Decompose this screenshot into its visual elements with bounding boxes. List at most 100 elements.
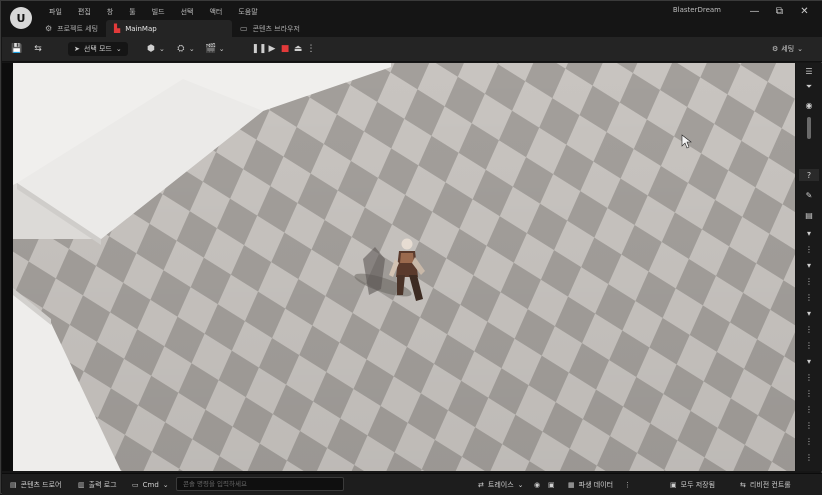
unreal-logo-icon[interactable]: U bbox=[10, 7, 32, 29]
select-mode-label: 선택 모드 bbox=[83, 45, 112, 53]
revision-icon: ⇆ bbox=[740, 480, 746, 489]
camera-icon[interactable]: ▣ bbox=[548, 478, 555, 491]
chevron-down-icon[interactable]: ⌄ bbox=[189, 45, 195, 53]
tab-mainmap[interactable]: ▙ MainMap bbox=[106, 20, 233, 37]
more-options-icon[interactable]: ⋮ bbox=[799, 291, 819, 303]
settings-button[interactable]: 세팅 bbox=[781, 44, 794, 54]
menu-icon[interactable]: ☰ bbox=[799, 65, 819, 77]
chevron-down-icon[interactable]: ⌄ bbox=[159, 45, 165, 53]
trace-button[interactable]: ⇄ 트레이스 ⌄ bbox=[478, 478, 524, 491]
filter-icon[interactable]: ⏷ bbox=[799, 81, 819, 93]
menu-edit[interactable]: 편집 bbox=[70, 5, 99, 19]
level-icon: ▙ bbox=[114, 24, 121, 33]
right-side-panel: ☰ ⏷ ◉ ? ✎ ▤ ▾ ⋮ ▾ ⋮ ⋮ ▾ ⋮ ⋮ ▾ ⋮ ⋮ ⋮ ⋮ ⋮ … bbox=[796, 63, 822, 471]
tab-project-settings[interactable]: ⚙ 프로젝트 세팅 bbox=[37, 20, 106, 37]
more-options-icon[interactable]: ⋮ bbox=[799, 419, 819, 431]
content-drawer-label: 콘텐츠 드로어 bbox=[20, 480, 62, 489]
scrollbar[interactable] bbox=[799, 117, 819, 139]
source-control-icon[interactable]: ⇆ bbox=[33, 44, 43, 54]
select-mode-button[interactable]: ➤ 선택 모드 ⌄ bbox=[68, 42, 128, 56]
more-options-icon[interactable]: ⋮ bbox=[799, 403, 819, 415]
menu-window[interactable]: 창 bbox=[99, 5, 121, 19]
more-options-icon[interactable]: ⋮ bbox=[799, 339, 819, 351]
chevron-down-icon: ⌄ bbox=[162, 480, 169, 489]
save-all-button[interactable]: ▣ 모두 저장됨 bbox=[670, 478, 715, 491]
minimize-button[interactable]: — bbox=[742, 3, 767, 19]
details-icon[interactable]: ▤ bbox=[799, 209, 819, 221]
chevron-down-icon[interactable]: ▾ bbox=[799, 355, 819, 367]
tab-label: MainMap bbox=[125, 24, 157, 33]
more-options-icon[interactable]: ⋮ bbox=[799, 435, 819, 447]
chevron-down-icon[interactable]: ⌄ bbox=[219, 45, 225, 53]
output-log-button[interactable]: ▥ 출력 로그 bbox=[78, 478, 117, 491]
menu-actor[interactable]: 액터 bbox=[201, 5, 230, 19]
restore-button[interactable]: ⧉ bbox=[767, 3, 792, 19]
left-edge-panel bbox=[2, 63, 13, 471]
trace-icon: ⇄ bbox=[478, 480, 484, 489]
database-icon: ▦ bbox=[568, 480, 575, 489]
chevron-down-icon: ⌄ bbox=[517, 480, 524, 489]
project-name: BlasterDream bbox=[672, 6, 721, 14]
console-icon: ▭ bbox=[132, 480, 139, 489]
blueprint-icon[interactable]: ⛭ bbox=[176, 44, 186, 54]
revision-control-button[interactable]: ⇆ 리비전 컨트롤 bbox=[740, 478, 791, 491]
console-command-input[interactable]: 콘솔 명령을 입력하세요 bbox=[176, 477, 344, 491]
gear-icon: ⚙ bbox=[45, 24, 53, 33]
status-bar: ▤ 콘텐츠 드로어 ▥ 출력 로그 ▭ Cmd ⌄ 콘솔 명령을 입력하세요 ⇄… bbox=[2, 473, 822, 495]
chevron-down-icon: ⌄ bbox=[115, 45, 122, 53]
menu-bar: 파일 편집 창 툴 빌드 선택 액터 도움말 bbox=[41, 5, 266, 19]
menu-build[interactable]: 빌드 bbox=[144, 5, 173, 19]
eye-icon[interactable]: ◉ bbox=[799, 99, 819, 111]
viewport-scene bbox=[13, 63, 795, 471]
drawer-icon: ▤ bbox=[10, 480, 17, 489]
editor-window: U 파일 편집 창 툴 빌드 선택 액터 도움말 BlasterDream — … bbox=[0, 0, 822, 495]
more-options-icon[interactable]: ⋮ bbox=[799, 323, 819, 335]
step-forward-icon[interactable]: ▶ bbox=[267, 44, 277, 54]
menu-file[interactable]: 파일 bbox=[41, 5, 70, 19]
tab-content-browser[interactable]: ▭ 콘텐츠 브라우저 bbox=[232, 20, 308, 37]
more-options-icon[interactable]: ⋮ bbox=[799, 387, 819, 399]
eject-icon[interactable]: ⏏ bbox=[293, 44, 303, 54]
title-bar: U 파일 편집 창 툴 빌드 선택 액터 도움말 BlasterDream — … bbox=[1, 1, 822, 37]
more-options-icon[interactable]: ⋮ bbox=[624, 478, 631, 491]
save-icon[interactable]: 💾 bbox=[11, 44, 22, 54]
save-group: 💾 ⇆ bbox=[11, 41, 43, 57]
create-group: ⬢ ⌄ ⛭ ⌄ 🎬 ⌄ bbox=[146, 41, 225, 57]
cmd-button[interactable]: ▭ Cmd ⌄ bbox=[132, 478, 169, 491]
close-button[interactable]: ✕ bbox=[792, 3, 817, 19]
add-actor-icon[interactable]: ⬢ bbox=[146, 44, 156, 54]
more-options-icon[interactable]: ⋮ bbox=[799, 371, 819, 383]
menu-tools[interactable]: 툴 bbox=[121, 5, 143, 19]
play-controls: ❚❚ ▶ ■ ⏏ ⋮ bbox=[251, 41, 316, 57]
all-saved-label: 모두 저장됨 bbox=[680, 480, 716, 489]
main-toolbar: 💾 ⇆ ➤ 선택 모드 ⌄ ⬢ ⌄ ⛭ ⌄ 🎬 ⌄ ❚❚ ▶ ■ ⏏ ⋮ ⚙ 세… bbox=[2, 37, 822, 62]
more-options-icon[interactable]: ⋮ bbox=[306, 44, 316, 54]
select-mode-icon: ➤ bbox=[74, 45, 80, 53]
content-drawer-button[interactable]: ▤ 콘텐츠 드로어 bbox=[10, 478, 62, 491]
window-controls: — ⧉ ✕ bbox=[742, 3, 817, 19]
more-options-icon[interactable]: ⋮ bbox=[799, 243, 819, 255]
record-icon[interactable]: ◉ bbox=[534, 478, 540, 491]
level-viewport[interactable] bbox=[13, 63, 795, 471]
help-icon[interactable]: ? bbox=[799, 169, 819, 181]
chevron-down-icon[interactable]: ⌄ bbox=[797, 45, 803, 53]
more-options-icon[interactable]: ⋮ bbox=[799, 451, 819, 463]
trace-label: 트레이스 bbox=[487, 480, 514, 489]
cinematics-icon[interactable]: 🎬 bbox=[205, 44, 216, 54]
derived-data-label: 파생 데이터 bbox=[578, 480, 614, 489]
settings-group: ⚙ 세팅 ⌄ bbox=[772, 41, 803, 57]
menu-select[interactable]: 선택 bbox=[173, 5, 202, 19]
more-options-icon[interactable]: ⋮ bbox=[799, 275, 819, 287]
tab-label: 콘텐츠 브라우저 bbox=[252, 24, 300, 33]
chevron-down-icon[interactable]: ▾ bbox=[799, 307, 819, 319]
output-log-label: 출력 로그 bbox=[88, 480, 117, 489]
revision-control-label: 리비전 컨트롤 bbox=[749, 480, 791, 489]
document-tabs: ⚙ 프로젝트 세팅 ▙ MainMap ▭ 콘텐츠 브라우저 bbox=[37, 20, 308, 37]
pause-icon[interactable]: ❚❚ bbox=[251, 44, 266, 54]
chevron-down-icon[interactable]: ▾ bbox=[799, 259, 819, 271]
chevron-down-icon[interactable]: ▾ bbox=[799, 227, 819, 239]
stop-icon[interactable]: ■ bbox=[280, 44, 290, 54]
menu-help[interactable]: 도움말 bbox=[230, 5, 265, 19]
derived-data-button[interactable]: ▦ 파생 데이터 bbox=[568, 478, 613, 491]
brush-icon[interactable]: ✎ bbox=[799, 189, 819, 201]
